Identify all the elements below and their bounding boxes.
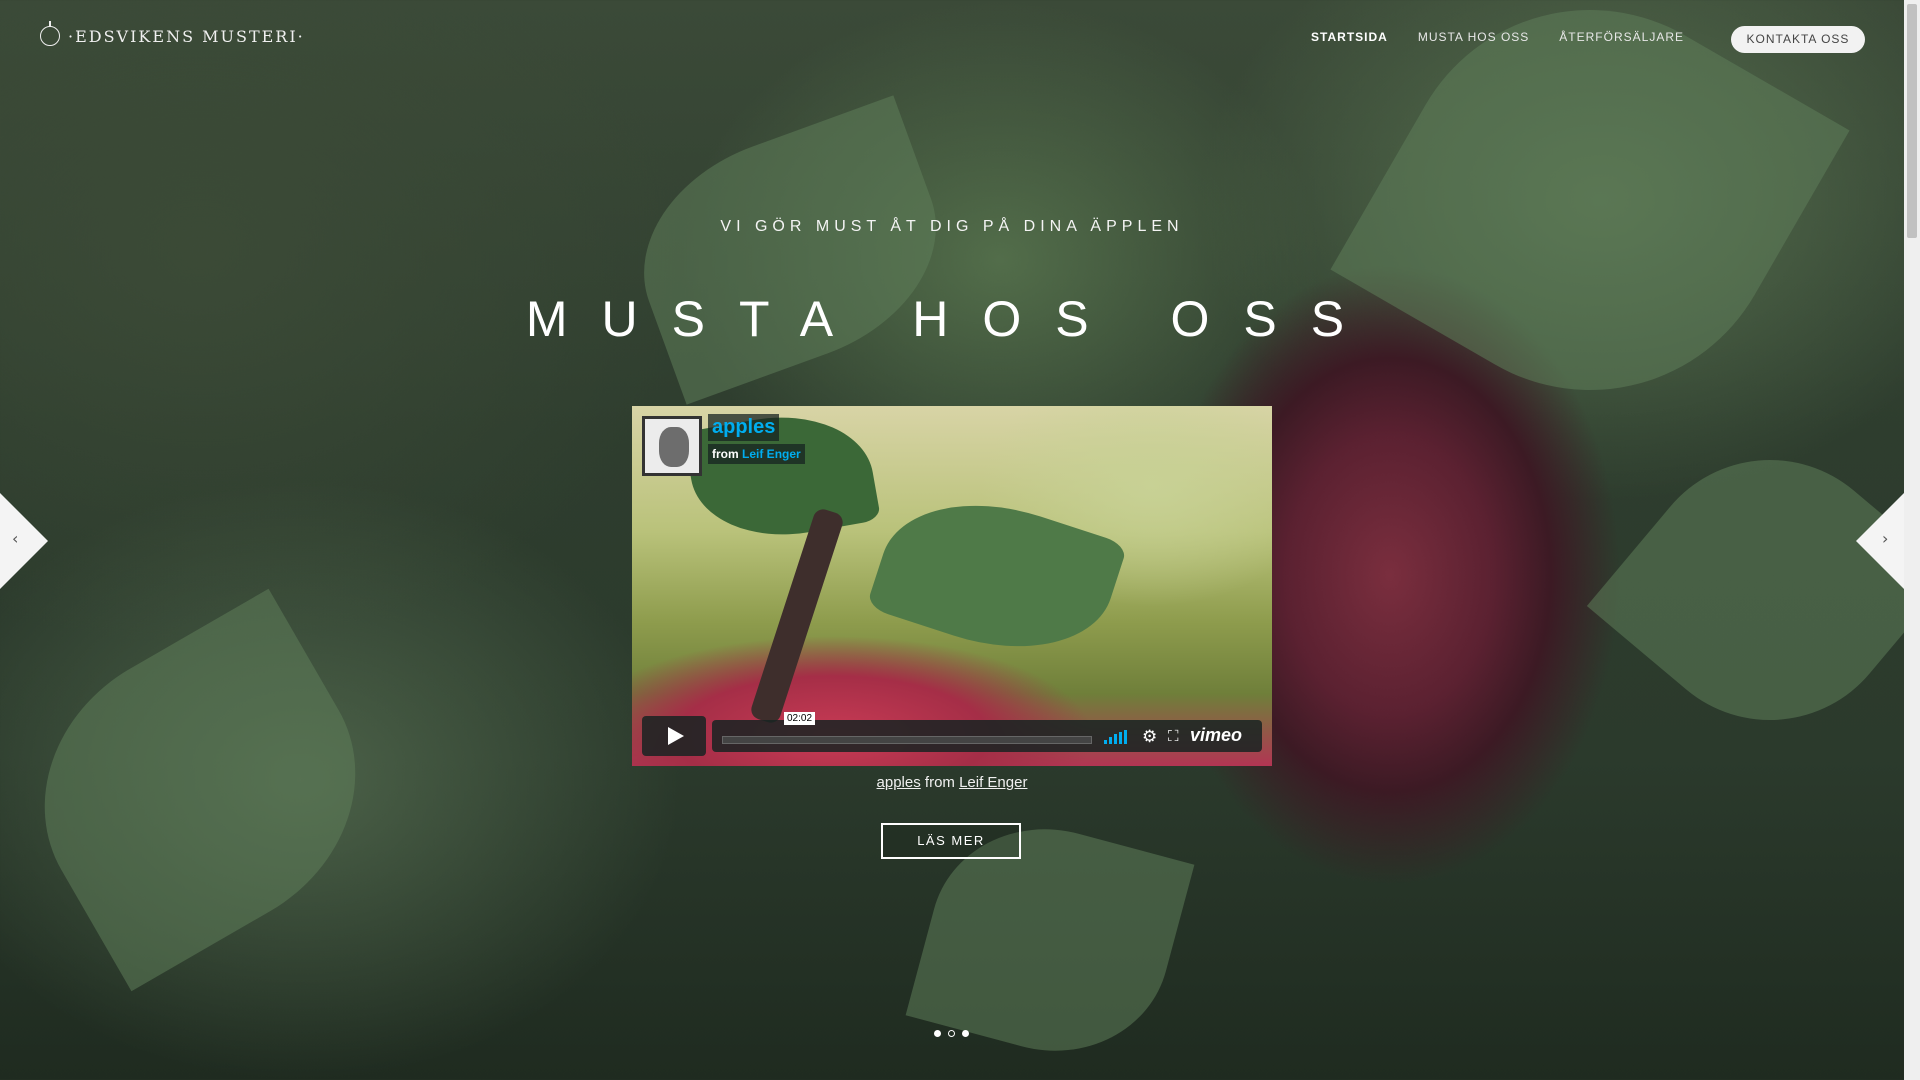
progress-track[interactable] (722, 736, 1092, 744)
top-navigation-bar: ·EDSVIKENS MUSTERI· STARTSIDA MUSTA HOS … (0, 0, 1904, 80)
contact-button[interactable]: KONTAKTA OSS (1731, 26, 1865, 53)
brand-name: ·EDSVIKENS MUSTERI· (68, 26, 305, 46)
nav-item-musta-hos-oss[interactable]: MUSTA HOS OSS (1418, 30, 1529, 44)
slider-pagination (934, 1030, 969, 1037)
volume-icon[interactable] (1104, 730, 1128, 744)
video-controls: 02:02 ⚙ ⛶ vimeo (642, 712, 1262, 756)
slider-dot-2[interactable] (948, 1030, 955, 1037)
background-leaf (1586, 406, 1920, 774)
settings-gear-icon[interactable]: ⚙ (1142, 727, 1157, 747)
caption-from: from (924, 774, 955, 791)
video-title[interactable]: apples (708, 414, 780, 441)
video-thumbnail-stem (748, 506, 846, 726)
caption-author-link[interactable]: Leif Enger (959, 774, 1027, 791)
scrollbar-thumb[interactable] (1907, 4, 1917, 238)
author-avatar[interactable] (642, 416, 702, 476)
background-leaf (611, 95, 969, 405)
apple-icon (40, 21, 60, 46)
hero-heading: MUSTA HOS OSS (525, 291, 1379, 347)
chevron-right-icon: › (1882, 529, 1889, 548)
fullscreen-icon[interactable]: ⛶ (1168, 727, 1179, 745)
vimeo-logo[interactable]: vimeo (1190, 725, 1242, 746)
video-author-link[interactable]: Leif Enger (742, 447, 801, 461)
video-caption: apples from Leif Enger (0, 774, 1904, 791)
byline-prefix: from (712, 447, 739, 461)
play-button[interactable] (642, 716, 706, 756)
main-nav: STARTSIDA MUSTA HOS OSS ÅTERFÖRSÄLJARE (1311, 30, 1684, 44)
caption-title-link[interactable]: apples (877, 774, 921, 791)
read-more-button[interactable]: LÄS MER (881, 823, 1021, 859)
video-thumbnail-leaf (865, 473, 1129, 679)
slider-dot-3[interactable] (962, 1030, 969, 1037)
timecode: 02:02 (784, 712, 816, 725)
nav-item-aterforsaljare[interactable]: ÅTERFÖRSÄLJARE (1559, 30, 1684, 44)
nav-item-startsida[interactable]: STARTSIDA (1311, 30, 1388, 44)
page-scrollbar[interactable] (1904, 0, 1920, 1080)
hero-subtitle: VI GÖR MUST ÅT DIG PÅ DINA ÄPPLEN (720, 218, 1184, 235)
avatar-face (659, 427, 689, 467)
site-logo[interactable]: ·EDSVIKENS MUSTERI· (40, 21, 305, 46)
chevron-left-icon: ‹ (12, 529, 19, 548)
video-byline: from Leif Enger (708, 444, 805, 464)
video-player[interactable]: apples from Leif Enger 02:02 ⚙ ⛶ vimeo (632, 406, 1272, 766)
slider-prev-button[interactable]: ‹ (0, 493, 48, 589)
slider-dot-1[interactable] (934, 1030, 941, 1037)
control-bar: 02:02 ⚙ ⛶ vimeo (712, 712, 1262, 752)
